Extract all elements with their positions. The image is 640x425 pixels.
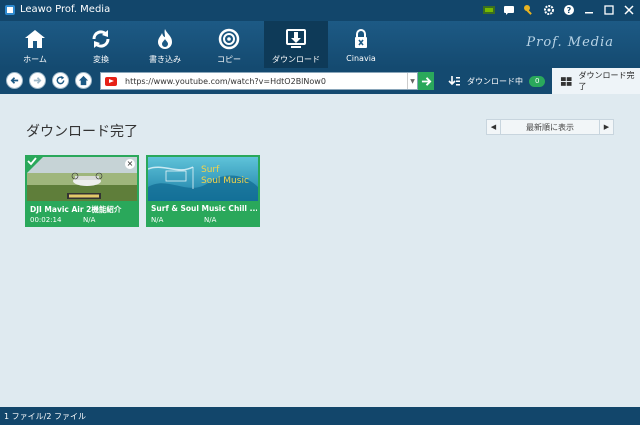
arrow-go-icon: [421, 76, 431, 86]
tab-downloaded[interactable]: ダウンロード完了: [552, 68, 640, 94]
brand-text: Prof. Media: [526, 35, 614, 50]
chevron-down-icon[interactable]: ▼: [407, 73, 417, 89]
remove-icon[interactable]: ×: [125, 159, 135, 169]
chat-icon[interactable]: [500, 2, 518, 18]
nav-label: 変換: [93, 55, 109, 64]
video-size: N/A: [204, 216, 217, 224]
url-bar: ▼: [100, 72, 418, 90]
minimize-icon[interactable]: [580, 2, 598, 18]
key-icon[interactable]: [520, 2, 538, 18]
nav-label: Cinavia: [346, 54, 376, 63]
home-button[interactable]: [75, 72, 92, 89]
thumb-text-surf: Surf: [201, 165, 220, 175]
grid-icon: [560, 76, 572, 86]
nav-item-download[interactable]: ダウンロード: [264, 21, 328, 68]
checkmark-icon: [27, 157, 43, 173]
video-card[interactable]: × DJI Mavic Air 2機能紹介 00:02:14 N/A: [25, 155, 139, 227]
back-button[interactable]: [6, 72, 23, 89]
nav-label: 書き込み: [149, 55, 181, 64]
arrow-right-icon: [33, 77, 42, 84]
nav-item-cinavia[interactable]: Cinavia: [332, 21, 390, 68]
home-small-icon: [78, 75, 89, 86]
sort-label: 最新順に表示: [526, 123, 574, 132]
nav-item-burn[interactable]: 書き込み: [136, 21, 194, 68]
convert-icon: [92, 30, 110, 48]
status-bar: 1 ファイル/2 ファイル: [0, 407, 640, 425]
youtube-icon: [105, 77, 117, 86]
sort-prev-button[interactable]: ◀: [487, 120, 501, 134]
video-title: Surf & Soul Music Chill ...: [151, 204, 257, 213]
tab-downloading[interactable]: ダウンロード中 0: [448, 68, 550, 94]
nav-item-copy[interactable]: コピー: [200, 21, 258, 68]
gear-icon[interactable]: [540, 2, 558, 18]
help-icon[interactable]: ?: [560, 2, 578, 18]
window-title: Leawo Prof. Media: [20, 4, 111, 15]
downloading-count-badge: 0: [529, 75, 546, 87]
thumb-text-soul: Soul Music: [201, 176, 249, 186]
maximize-icon[interactable]: [600, 2, 618, 18]
video-duration: N/A: [151, 216, 164, 224]
refresh-icon: [56, 75, 65, 85]
disc-copy-icon: [218, 28, 240, 50]
arrow-left-icon: [10, 77, 19, 84]
main-nav: ホーム 変換 書き込み コピー ダウンロード Cinavia Prof. Med…: [0, 21, 640, 68]
nvidia-icon[interactable]: [480, 2, 498, 18]
home-icon: [25, 30, 45, 48]
video-card[interactable]: Surf Soul Music Surf & Soul Music Chill …: [146, 155, 260, 227]
nav-item-home[interactable]: ホーム: [6, 21, 64, 68]
sort-next-button[interactable]: ▶: [599, 120, 613, 134]
forward-button[interactable]: [29, 72, 46, 89]
download-icon: [286, 29, 306, 48]
tab-downloading-label: ダウンロード中: [467, 76, 523, 86]
title-bar: Leawo Prof. Media ?: [0, 0, 640, 21]
sort-control: ◀ 最新順に表示 ▶: [486, 119, 614, 135]
address-toolbar: ▼ ダウンロード中 0 ダウンロード完了: [0, 68, 640, 94]
close-icon[interactable]: [620, 2, 638, 18]
video-title: DJI Mavic Air 2機能紹介: [30, 205, 122, 214]
video-duration: 00:02:14: [30, 216, 62, 224]
burn-icon: [158, 29, 172, 49]
app-logo-icon: [5, 5, 15, 15]
page-title: ダウンロード完了: [26, 124, 138, 140]
nav-label: ホーム: [23, 55, 47, 64]
go-button[interactable]: [418, 72, 434, 90]
url-input[interactable]: [125, 74, 405, 88]
refresh-button[interactable]: [52, 72, 69, 89]
content-area: ダウンロード完了: [0, 94, 640, 407]
nav-item-convert[interactable]: 変換: [72, 21, 130, 68]
video-size: N/A: [83, 216, 96, 224]
downloading-icon: [448, 75, 460, 85]
nav-label: コピー: [217, 55, 241, 64]
svg-text:?: ?: [567, 6, 572, 15]
cinavia-icon: [355, 29, 367, 48]
nav-label: ダウンロード: [272, 55, 320, 64]
status-text: 1 ファイル/2 ファイル: [4, 412, 86, 421]
tab-downloaded-label: ダウンロード完了: [578, 71, 635, 91]
